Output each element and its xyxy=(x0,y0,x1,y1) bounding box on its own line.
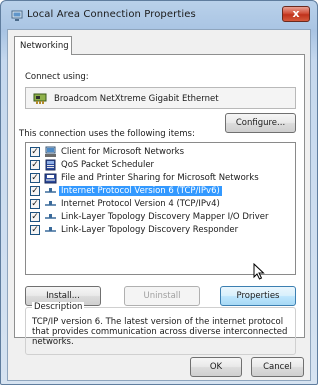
item-checkbox[interactable]: ✓ xyxy=(30,147,40,157)
item-checkbox[interactable]: ✓ xyxy=(30,199,40,209)
window-title: Local Area Connection Properties xyxy=(27,9,196,20)
list-item[interactable]: ✓ Link-Layer Topology Discovery Responde… xyxy=(28,224,293,237)
tab-networking[interactable]: Networking xyxy=(14,36,72,55)
cancel-button-label: Cancel xyxy=(263,362,292,372)
item-checkbox[interactable]: ✓ xyxy=(30,173,40,183)
item-checkbox[interactable]: ✓ xyxy=(30,225,40,235)
description-text: TCP/IP version 6. The latest version of … xyxy=(32,317,288,347)
list-item-label: Link-Layer Topology Discovery Responder xyxy=(61,225,239,235)
list-item-label: File and Printer Sharing for Microsoft N… xyxy=(61,173,259,183)
dialog-client-area: Networking Connect using: Broadcom NetXt… xyxy=(7,29,311,381)
properties-button-label: Properties xyxy=(236,291,280,301)
file-printer-sharing-icon xyxy=(44,173,57,184)
list-item[interactable]: ✓ Client for Microsoft Networks xyxy=(28,146,293,159)
ok-button[interactable]: OK xyxy=(190,357,242,377)
mouse-pointer-icon xyxy=(253,263,265,280)
connect-using-label: Connect using: xyxy=(25,72,89,82)
cancel-button[interactable]: Cancel xyxy=(251,357,304,377)
list-item[interactable]: ✓ Link-Layer Topology Discovery Mapper I… xyxy=(28,211,293,224)
uninstall-button[interactable]: Uninstall xyxy=(124,286,200,306)
adapter-field: Broadcom NetXtreme Gigabit Ethernet xyxy=(25,87,296,109)
protocol-icon xyxy=(45,188,56,193)
title-bar[interactable]: Local Area Connection Properties x xyxy=(1,1,317,29)
network-client-icon xyxy=(45,146,56,157)
list-item-label: Client for Microsoft Networks xyxy=(61,147,185,157)
qos-scheduler-icon xyxy=(45,159,56,171)
tab-networking-label: Networking xyxy=(20,41,69,51)
list-item-label: QoS Packet Scheduler xyxy=(61,160,155,170)
description-legend: Description xyxy=(32,302,85,312)
close-icon: x xyxy=(292,7,300,20)
protocol-icon xyxy=(45,201,56,206)
list-item[interactable]: ✓ Internet Protocol Version 4 (TCP/IPv4) xyxy=(28,198,293,211)
items-header-label: This connection uses the following items… xyxy=(19,129,195,139)
configure-button-label: Configure... xyxy=(235,118,286,128)
properties-button[interactable]: Properties xyxy=(220,286,296,306)
list-item-label: Link-Layer Topology Discovery Mapper I/O… xyxy=(61,212,269,222)
item-checkbox[interactable]: ✓ xyxy=(30,160,40,170)
protocol-icon xyxy=(45,227,56,232)
components-list[interactable]: ✓ Client for Microsoft Networks ✓ QoS Pa… xyxy=(25,142,296,275)
list-item[interactable]: ✓ Internet Protocol Version 6 (TCP/IPv6) xyxy=(28,185,293,198)
list-item[interactable]: ✓ File and Printer Sharing for Microsoft… xyxy=(28,172,293,185)
uninstall-button-label: Uninstall xyxy=(143,291,181,301)
list-item[interactable]: ✓ QoS Packet Scheduler xyxy=(28,159,293,172)
install-button-label: Install... xyxy=(46,291,80,301)
adapter-name: Broadcom NetXtreme Gigabit Ethernet xyxy=(54,94,219,104)
item-checkbox[interactable]: ✓ xyxy=(30,212,40,222)
item-checkbox[interactable]: ✓ xyxy=(30,186,40,196)
ok-button-label: OK xyxy=(209,362,223,372)
close-button[interactable]: x xyxy=(282,6,310,22)
list-item-label: Internet Protocol Version 4 (TCP/IPv4) xyxy=(61,199,220,209)
network-adapter-icon xyxy=(33,93,47,104)
protocol-icon xyxy=(45,214,56,219)
description-group: Description TCP/IP version 6. The latest… xyxy=(25,302,296,355)
dialog-window: Local Area Connection Properties x Netwo… xyxy=(0,0,318,385)
configure-button[interactable]: Configure... xyxy=(225,113,296,133)
network-connection-icon xyxy=(11,10,23,21)
tab-panel: Connect using: Broadcom NetXtreme Gigabi… xyxy=(14,54,305,355)
list-item-label: Internet Protocol Version 6 (TCP/IPv6) xyxy=(59,186,222,196)
